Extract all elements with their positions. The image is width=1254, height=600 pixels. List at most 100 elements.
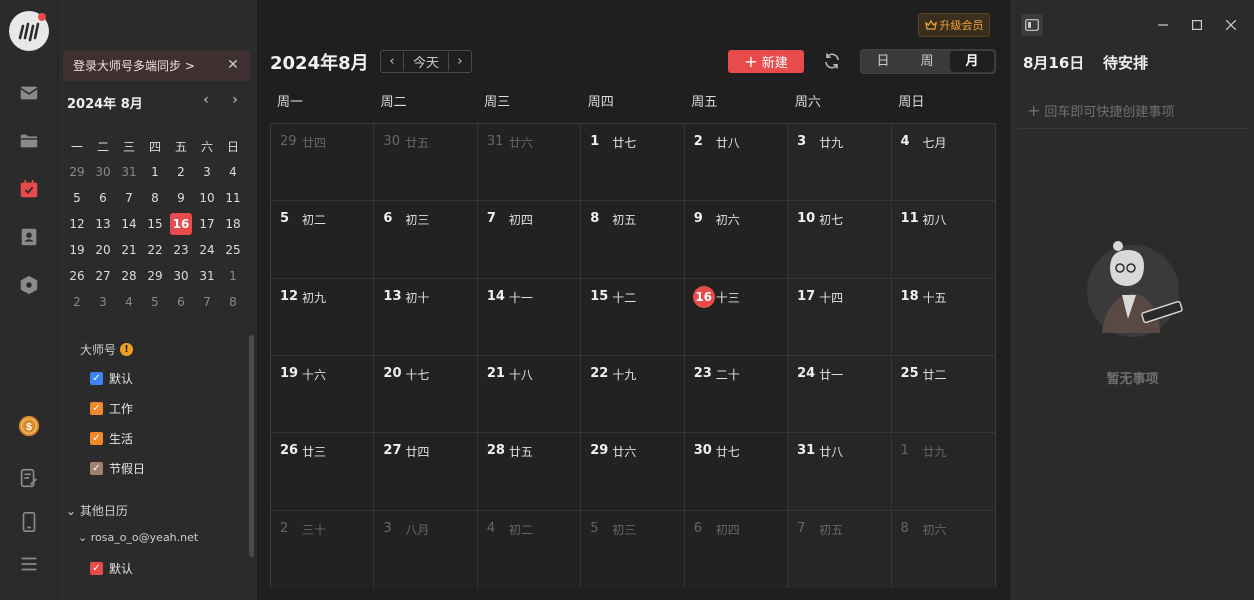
day-cell[interactable]: 21 十八 [477, 355, 582, 433]
mini-day[interactable]: 5 [64, 185, 90, 211]
mini-day[interactable]: 14 [116, 211, 142, 237]
mini-day[interactable]: 6 [168, 289, 194, 315]
day-cell[interactable]: 4 初二 [477, 510, 582, 588]
upgrade-button[interactable]: 升级会员 [918, 13, 990, 37]
mini-day[interactable]: 1 [142, 159, 168, 185]
mini-day[interactable]: 21 [116, 237, 142, 263]
hexagon-icon[interactable] [14, 270, 44, 300]
mini-day[interactable]: 23 [168, 237, 194, 263]
chevron-right-icon[interactable]: › [227, 92, 243, 108]
day-cell[interactable]: 19 十六 [271, 355, 375, 433]
mini-day[interactable]: 3 [194, 159, 220, 185]
warning-icon[interactable]: ! [120, 343, 134, 356]
checkbox-checked-icon[interactable]: ✓ [90, 432, 103, 445]
quick-add-input[interactable]: + 回车即可快捷创建事项 [1027, 101, 1174, 120]
sidebar-toggle-icon[interactable] [1021, 14, 1043, 36]
mini-day[interactable]: 16 [168, 211, 194, 237]
day-cell[interactable]: 12 初九 [271, 278, 375, 355]
mini-day[interactable]: 11 [220, 185, 246, 211]
side-scrollbar[interactable] [249, 335, 254, 557]
mini-day[interactable]: 8 [142, 185, 168, 211]
calendar-icon[interactable] [14, 174, 44, 204]
day-cell[interactable]: 20 十七 [374, 355, 478, 433]
mini-day[interactable]: 15 [142, 211, 168, 237]
refresh-icon[interactable] [822, 51, 842, 71]
contacts-icon[interactable] [14, 222, 44, 252]
day-cell[interactable]: 24 廿一 [788, 355, 892, 433]
prev-month-button[interactable]: ‹ [381, 54, 403, 69]
phone-icon[interactable] [14, 507, 44, 537]
account-toggle[interactable]: ⌄ rosa_o_o@yeah.net [78, 531, 198, 544]
view-tab[interactable]: 日 [861, 50, 905, 73]
day-cell[interactable]: 31 廿六 [477, 124, 582, 201]
mini-day[interactable]: 19 [64, 237, 90, 263]
today-button[interactable]: 今天 [403, 52, 449, 71]
day-cell[interactable]: 3 廿九 [788, 124, 892, 201]
day-cell[interactable]: 10 初七 [788, 201, 892, 278]
day-cell[interactable]: 5 初三 [581, 510, 685, 588]
calendar-item[interactable]: ✓ 工作 [90, 400, 133, 417]
mini-day[interactable]: 6 [90, 185, 116, 211]
next-month-button[interactable]: › [449, 54, 471, 69]
day-cell[interactable]: 3 八月 [374, 510, 478, 588]
day-cell[interactable]: 8 初五 [581, 201, 685, 278]
close-icon[interactable]: ✕ [226, 58, 240, 72]
mini-day[interactable]: 20 [90, 237, 116, 263]
mini-day[interactable]: 5 [142, 289, 168, 315]
day-cell[interactable]: 23 二十 [684, 355, 789, 433]
mini-day[interactable]: 27 [90, 263, 116, 289]
day-cell[interactable]: 18 十五 [891, 278, 995, 355]
mini-day[interactable]: 1 [220, 263, 246, 289]
mini-day[interactable]: 24 [194, 237, 220, 263]
mini-day[interactable]: 4 [116, 289, 142, 315]
menu-icon[interactable] [14, 549, 44, 579]
checkbox-checked-icon[interactable]: ✓ [90, 372, 103, 385]
mini-day[interactable]: 7 [194, 289, 220, 315]
day-cell[interactable]: 6 初四 [684, 510, 789, 588]
mail-icon[interactable] [14, 78, 44, 108]
day-cell[interactable]: 30 廿五 [374, 124, 478, 201]
mini-day[interactable]: 29 [64, 159, 90, 185]
mini-day[interactable]: 29 [142, 263, 168, 289]
day-cell[interactable]: 14 十一 [477, 278, 582, 355]
mini-day[interactable]: 3 [90, 289, 116, 315]
day-cell[interactable]: 28 廿五 [477, 433, 582, 510]
day-cell[interactable]: 31 廿八 [788, 433, 892, 510]
day-cell[interactable]: 11 初八 [891, 201, 995, 278]
mini-day[interactable]: 26 [64, 263, 90, 289]
account-calendar-item[interactable]: ✓ 默认 [90, 560, 133, 577]
mini-day[interactable]: 25 [220, 237, 246, 263]
sync-banner[interactable]: 登录大师号多端同步 > ✕ [63, 50, 250, 81]
mini-day[interactable]: 2 [64, 289, 90, 315]
mini-day[interactable]: 8 [220, 289, 246, 315]
view-tab[interactable]: 月 [950, 51, 994, 72]
day-cell[interactable]: 13 初十 [374, 278, 478, 355]
chevron-left-icon[interactable]: ‹ [198, 92, 214, 108]
mini-day[interactable]: 30 [90, 159, 116, 185]
day-cell[interactable]: 2 三十 [271, 510, 375, 588]
day-cell[interactable]: 27 廿四 [374, 433, 478, 510]
calendar-item[interactable]: ✓ 节假日 [90, 460, 145, 477]
mini-day[interactable]: 22 [142, 237, 168, 263]
day-cell[interactable]: 16 十三 [684, 278, 789, 355]
checkbox-checked-icon[interactable]: ✓ [90, 562, 103, 575]
close-window-icon[interactable] [1221, 15, 1241, 35]
coin-icon[interactable]: $ [14, 411, 44, 441]
day-cell[interactable]: 7 初四 [477, 201, 582, 278]
mini-day[interactable]: 12 [64, 211, 90, 237]
day-cell[interactable]: 5 初二 [271, 201, 375, 278]
day-cell[interactable]: 7 初五 [788, 510, 892, 588]
calendar-item[interactable]: ✓ 生活 [90, 430, 133, 447]
checkbox-checked-icon[interactable]: ✓ [90, 462, 103, 475]
day-cell[interactable]: 26 廿三 [271, 433, 375, 510]
folder-icon[interactable] [14, 126, 44, 156]
mini-day[interactable]: 17 [194, 211, 220, 237]
day-cell[interactable]: 4 七月 [891, 124, 995, 201]
day-cell[interactable]: 6 初三 [374, 201, 478, 278]
new-event-button[interactable]: + 新建 [728, 50, 804, 73]
checkbox-checked-icon[interactable]: ✓ [90, 402, 103, 415]
calendar-item[interactable]: ✓ 默认 [90, 370, 133, 387]
day-cell[interactable]: 8 初六 [891, 510, 995, 588]
mini-day[interactable]: 2 [168, 159, 194, 185]
mini-day[interactable]: 28 [116, 263, 142, 289]
